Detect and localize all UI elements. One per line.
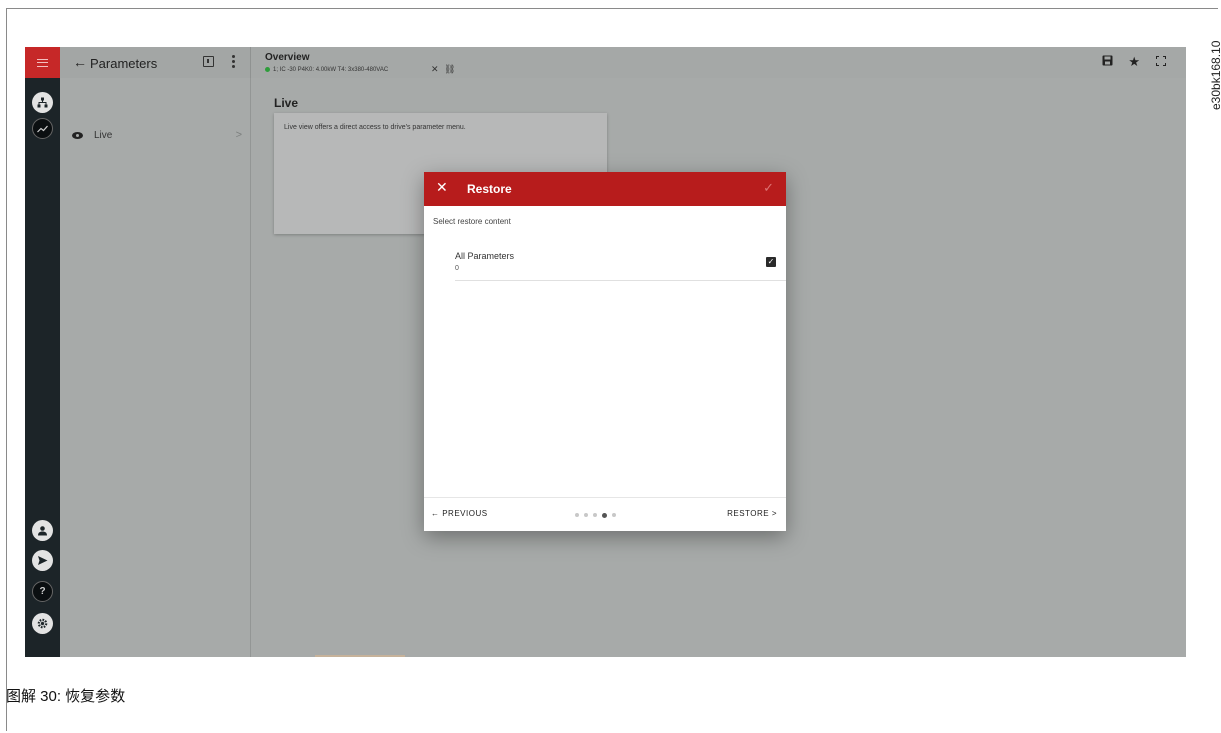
section-title: Live: [274, 96, 299, 110]
eye-icon: [72, 132, 83, 139]
restore-button[interactable]: RESTORE >: [727, 509, 777, 518]
figure-caption: 图解 30: 恢复参数: [6, 688, 126, 705]
settings-icon[interactable]: [32, 613, 53, 634]
step-dot-active: [602, 513, 607, 518]
help-icon[interactable]: ?: [32, 581, 53, 602]
step-dot: [575, 513, 579, 517]
dialog-subtitle: Select restore content: [433, 217, 511, 226]
option-value: 0: [455, 265, 459, 272]
network-icon[interactable]: [32, 92, 53, 113]
chevron-right-icon: >: [235, 129, 242, 141]
sidebar-item-live[interactable]: Live >: [72, 129, 242, 146]
step-dot: [584, 513, 588, 517]
disconnect-icon[interactable]: ✕: [431, 64, 439, 75]
menu-button[interactable]: [25, 47, 60, 78]
hamburger-icon: [37, 58, 48, 67]
drive-info: 1; IC -30 P4K0: 4.00kW T4: 3x380-480VAC: [265, 67, 388, 73]
confirm-check-icon[interactable]: ✓: [763, 180, 774, 196]
all-parameters-checkbox[interactable]: ✓: [766, 257, 776, 267]
link-off-icon[interactable]: ⛓: [444, 64, 455, 75]
user-icon[interactable]: [32, 520, 53, 541]
overview-title: Overview: [265, 52, 310, 63]
live-card-text: Live view offers a direct access to driv…: [284, 124, 466, 131]
left-rail: ?: [25, 78, 60, 657]
restore-option-row[interactable]: All Parameters 0 ✓: [455, 250, 786, 281]
dialog-header: ✕ Restore ✓: [424, 172, 786, 206]
more-vert-icon[interactable]: [232, 55, 235, 70]
status-dot: [265, 67, 270, 72]
dialog-title: Restore: [467, 182, 512, 196]
drive-info-text: 1; IC -30 P4K0: 4.00kW T4: 3x380-480VAC: [273, 67, 389, 74]
parameters-panel: Live >: [60, 78, 251, 657]
close-icon[interactable]: ✕: [436, 180, 448, 194]
send-icon[interactable]: [32, 550, 53, 571]
option-label: All Parameters: [455, 251, 515, 261]
panel-title: Parameters: [90, 56, 158, 71]
save-icon[interactable]: [1102, 55, 1113, 68]
figure-id: e30bk168.10: [1209, 40, 1221, 110]
app-screenshot: ? ← Parameters Live > Overview 1; IC -30…: [25, 47, 1186, 657]
previous-button[interactable]: ← PREVIOUS: [431, 509, 488, 518]
restore-dialog: ✕ Restore ✓ Select restore content All P…: [424, 172, 786, 531]
sidebar-item-label: Live: [94, 130, 113, 141]
dialog-footer: ← PREVIOUS RESTORE >: [424, 497, 786, 531]
step-indicator: [575, 513, 621, 518]
parameters-header: ← Parameters: [60, 47, 251, 78]
save-to-file-icon[interactable]: [203, 56, 214, 67]
back-arrow-icon[interactable]: ←: [73, 54, 87, 70]
star-icon[interactable]: ★: [1128, 55, 1140, 68]
overview-header: Overview 1; IC -30 P4K0: 4.00kW T4: 3x38…: [251, 47, 1186, 78]
step-dot: [612, 513, 616, 517]
bottom-strip: [315, 655, 405, 657]
fullscreen-icon[interactable]: [1156, 55, 1166, 68]
step-dot: [593, 513, 597, 517]
trend-icon[interactable]: [32, 118, 53, 139]
